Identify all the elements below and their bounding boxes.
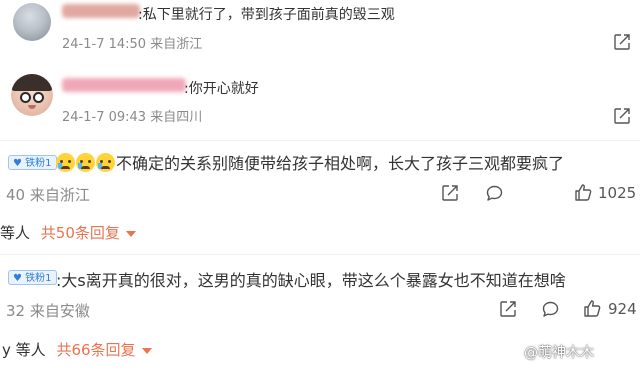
heart-icon: ♥ [13,273,22,284]
avatar[interactable] [13,3,51,41]
share-icon[interactable] [613,33,631,51]
badge-label: 铁粉1 [25,273,52,284]
avatar[interactable] [11,74,53,116]
divider [0,140,640,141]
fan-badge: ♥ 铁粉1 [8,155,57,170]
like-count: 924 [608,300,637,318]
like-icon[interactable] [574,183,593,202]
crying-face-icon [56,153,75,172]
like-icon[interactable] [583,299,602,318]
comment-text: 不确定的关系别随便带给孩子相处啊，长大了孩子三观都要疯了 [116,154,565,173]
comment-icon[interactable] [485,184,504,203]
view-replies-link[interactable]: 共66条回复 [56,341,135,359]
watermark: @萌神木木 [524,345,594,361]
divider [0,254,640,255]
crying-face-icon [76,153,95,172]
comment-text: :大s离开真的很对，这男的真的缺心眼，带这么个暴露女也不知道在想啥 [56,271,566,290]
reply-prefix: y 等人 [2,341,46,359]
blurred-username[interactable] [62,4,140,18]
reply-prefix: 等人 [0,224,31,242]
reply-text: :你开心就好 [184,81,259,97]
reply-text: :私下里就行了，带到孩子面前真的毁三观 [138,7,395,23]
share-icon[interactable] [613,107,631,125]
heart-icon: ♥ [13,158,22,169]
blurred-username[interactable] [62,78,186,92]
reply-summary[interactable]: y 等人 共66条回复 [2,339,152,360]
reply-meta: 24-1-7 09:43 来自四川 [62,110,203,125]
share-icon[interactable] [441,184,459,202]
caret-down-icon [141,347,152,354]
caret-down-icon [125,230,136,237]
crying-face-icon [96,153,115,172]
comment-location: 32 来自安徽 [6,302,90,320]
like-count: 1025 [598,184,637,202]
comment-icon[interactable] [541,300,560,319]
share-icon[interactable] [499,300,517,318]
comment-text-line: 不确定的关系别随便带给孩子相处啊，长大了孩子三观都要疯了 [56,150,564,174]
view-replies-link[interactable]: 共50条回复 [41,224,120,242]
badge-label: 铁粉1 [25,158,52,169]
reply-summary[interactable]: 等人 共50条回复 [0,222,136,243]
comment-location: 40 来自浙江 [6,186,90,204]
fan-badge: ♥ 铁粉1 [8,270,57,285]
reply-meta: 24-1-7 14:50 来自浙江 [62,37,203,52]
